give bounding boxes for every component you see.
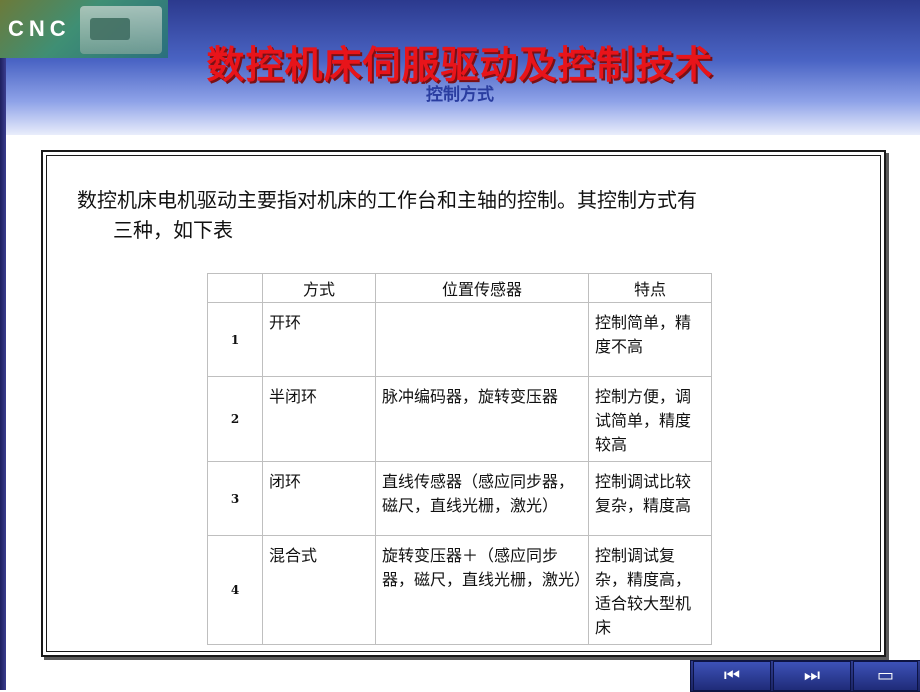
row-sensor: 直线传感器（感应同步器，磁尺，直线光栅，激光）	[375, 461, 589, 536]
row-sensor: 脉冲编码器，旋转变压器	[375, 376, 589, 462]
skip-back-icon: ⏮	[723, 665, 741, 686]
table-row: 2 半闭环 脉冲编码器，旋转变压器 控制方便，调试简单，精度较高	[207, 376, 712, 462]
intro-text: 数控机床电机驱动主要指对机床的工作台和主轴的控制。其控制方式有 三种，如下表	[77, 185, 847, 245]
content-frame: 数控机床电机驱动主要指对机床的工作台和主轴的控制。其控制方式有 三种，如下表 方…	[41, 150, 886, 657]
row-sensor	[375, 302, 589, 377]
row-feature: 控制调试比较复杂，精度高	[588, 461, 712, 536]
row-mode: 混合式	[262, 535, 376, 645]
control-modes-table: 方式 位置传感器 特点 1 开环 控制简单，精度不高 2 半闭环 脉冲编码器，旋…	[207, 273, 712, 645]
page-subtitle: 控制方式	[426, 85, 494, 105]
row-number: 4	[207, 535, 263, 645]
row-feature: 控制方便，调试简单，精度较高	[588, 376, 712, 462]
row-mode: 闭环	[262, 461, 376, 536]
table-row: 3 闭环 直线传感器（感应同步器，磁尺，直线光栅，激光） 控制调试比较复杂，精度…	[207, 461, 712, 536]
row-number: 2	[207, 376, 263, 462]
return-button[interactable]: ▭	[853, 661, 918, 691]
row-sensor: 旋转变压器＋（感应同步器，磁尺，直线光栅，激光）	[375, 535, 590, 645]
last-slide-button[interactable]: ⏭	[773, 661, 851, 691]
row-number: 3	[207, 461, 263, 536]
skip-forward-icon: ⏭	[803, 665, 821, 686]
row-number: 1	[207, 302, 263, 377]
intro-line-2: 三种，如下表	[113, 218, 233, 242]
table-header-row: 方式 位置传感器 特点	[207, 273, 712, 303]
header-mode: 方式	[262, 273, 376, 303]
table-row: 1 开环 控制简单，精度不高	[207, 302, 712, 377]
row-mode: 开环	[262, 302, 376, 377]
header-number	[207, 273, 263, 303]
header-feature: 特点	[588, 273, 712, 303]
first-slide-button[interactable]: ⏮	[693, 661, 771, 691]
return-icon: ▭	[876, 665, 894, 686]
row-feature: 控制调试复杂，精度高，适合较大型机床	[588, 535, 712, 645]
intro-line-1: 数控机床电机驱动主要指对机床的工作台和主轴的控制。其控制方式有	[77, 188, 697, 212]
row-mode: 半闭环	[262, 376, 376, 462]
table-row: 4 混合式 旋转变压器＋（感应同步器，磁尺，直线光栅，激光） 控制调试复杂，精度…	[207, 535, 712, 645]
header-sensor: 位置传感器	[375, 273, 589, 303]
slide-nav-bar: ⏮ ⏭ ▭	[690, 660, 920, 692]
row-feature: 控制简单，精度不高	[588, 302, 712, 377]
